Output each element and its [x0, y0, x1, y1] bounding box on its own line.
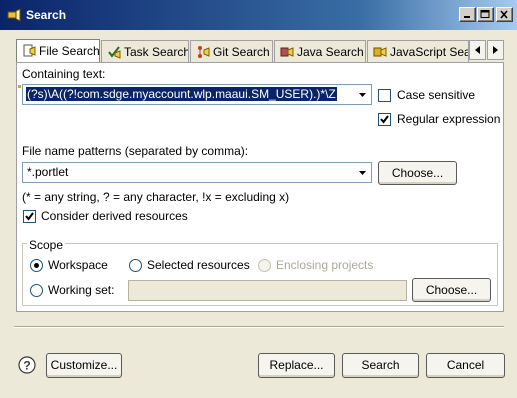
svg-text:?: ?	[23, 359, 30, 373]
derived-resources-label[interactable]: Consider derived resources	[41, 209, 188, 223]
scope-label: Scope	[27, 238, 66, 252]
button-label: Choose...	[391, 166, 444, 180]
workspace-radio[interactable]	[30, 259, 43, 272]
search-button[interactable]: Search	[342, 353, 419, 378]
tab-label: Task Search	[124, 45, 189, 59]
enclosing-projects-label: Enclosing projects	[276, 258, 374, 272]
tab-scroll-left-button[interactable]	[469, 40, 486, 60]
combo-dropdown-button[interactable]	[355, 86, 370, 103]
tab-file-search[interactable]: File Search	[16, 39, 100, 63]
case-sensitive-checkbox[interactable]	[378, 89, 391, 102]
tab-label: Java Search	[297, 45, 364, 59]
containing-text-label: Containing text:	[22, 67, 106, 81]
window-title: Search	[26, 8, 67, 22]
button-label: Customize...	[50, 358, 118, 372]
maximize-button[interactable]	[477, 7, 494, 22]
title-bar[interactable]: Search	[0, 0, 517, 30]
tab-label: JavaScript Sea	[390, 45, 469, 59]
replace-button[interactable]: Replace...	[258, 353, 335, 378]
case-sensitive-label[interactable]: Case sensitive	[397, 88, 475, 102]
selected-resources-label[interactable]: Selected resources	[147, 258, 250, 272]
tab-task-search[interactable]: Task Search	[101, 40, 189, 62]
customize-button[interactable]: Customize...	[46, 353, 122, 378]
close-icon	[500, 10, 508, 19]
regex-label[interactable]: Regular expression	[397, 112, 500, 126]
close-button[interactable]	[496, 7, 513, 22]
javascript-search-icon	[373, 45, 387, 59]
button-label: Search	[361, 358, 400, 372]
chevron-right-icon	[493, 46, 498, 54]
derived-resources-checkbox[interactable]	[23, 210, 36, 223]
enclosing-projects-radio	[258, 259, 271, 272]
tab-scroll-right-button[interactable]	[487, 40, 504, 60]
tab-label: Git Search	[213, 45, 270, 59]
file-patterns-value[interactable]: *.portlet	[27, 165, 68, 179]
working-set-field	[128, 280, 407, 301]
git-search-icon	[196, 45, 210, 59]
file-search-icon	[22, 44, 36, 58]
minimize-button[interactable]	[459, 7, 476, 22]
file-patterns-choose-button[interactable]: Choose...	[378, 161, 457, 185]
footer-separator-highlight	[14, 327, 504, 328]
tab-javascript-search[interactable]: JavaScript Sea	[367, 40, 469, 62]
tab-label: File Search	[39, 44, 100, 58]
file-patterns-hint: (* = any string, ? = any character, !x =…	[22, 190, 290, 204]
content-assist-marker-icon	[18, 85, 21, 88]
cancel-button[interactable]: Cancel	[426, 353, 505, 378]
task-search-icon	[107, 45, 121, 59]
java-search-icon	[280, 45, 294, 59]
maximize-icon	[480, 10, 490, 18]
button-label: Replace...	[269, 358, 324, 372]
radio-dot-icon	[34, 263, 39, 268]
minimize-icon	[464, 16, 470, 18]
chevron-down-icon	[359, 93, 366, 97]
button-label: Choose...	[425, 283, 478, 297]
tab-java-search[interactable]: Java Search	[274, 40, 366, 62]
tab-git-search[interactable]: Git Search	[190, 40, 273, 62]
search-flashlight-icon	[7, 8, 21, 22]
regex-checkbox[interactable]	[378, 113, 391, 126]
containing-text-combo[interactable]: (?s)\A((?!com.sdge.myaccount.wlp.maaui.S…	[22, 84, 372, 105]
combo-dropdown-button[interactable]	[355, 164, 370, 181]
file-patterns-combo[interactable]: *.portlet	[22, 162, 372, 183]
file-patterns-label: File name patterns (separated by comma):	[22, 144, 249, 158]
checkmark-icon	[25, 212, 34, 221]
chevron-left-icon	[475, 46, 480, 54]
working-set-choose-button[interactable]: Choose...	[412, 278, 491, 302]
help-question-icon[interactable]: ?	[18, 356, 36, 374]
working-set-label[interactable]: Working set:	[48, 283, 114, 297]
working-set-radio[interactable]	[30, 284, 43, 297]
containing-text-value[interactable]: (?s)\A((?!com.sdge.myaccount.wlp.maaui.S…	[26, 87, 337, 101]
chevron-down-icon	[359, 171, 366, 175]
checkmark-icon	[380, 115, 389, 124]
workspace-label[interactable]: Workspace	[48, 258, 108, 272]
button-label: Cancel	[446, 358, 485, 372]
selected-resources-radio[interactable]	[129, 259, 142, 272]
